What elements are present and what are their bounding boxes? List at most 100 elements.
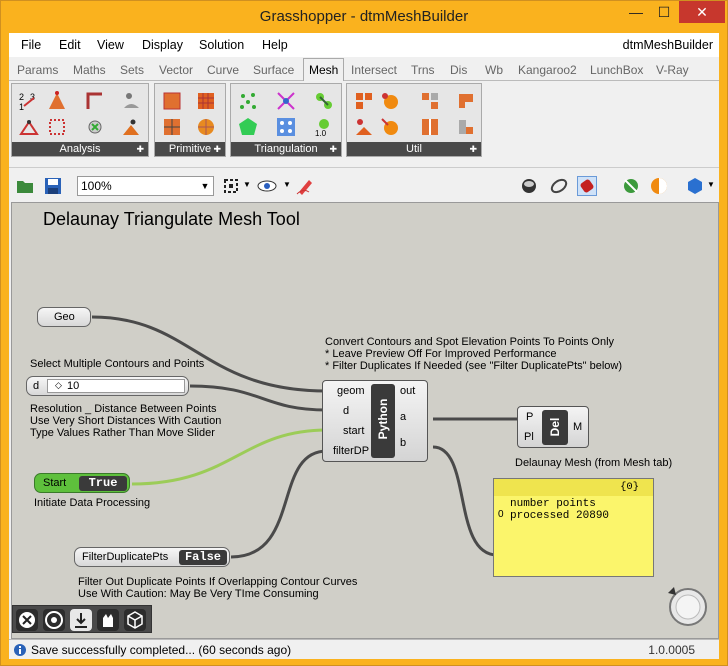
maximize-button[interactable]: ☐ xyxy=(651,1,677,23)
mesh-explode-icon[interactable] xyxy=(419,90,441,112)
python-input-geom[interactable]: geom xyxy=(337,385,365,397)
open-file-icon[interactable] xyxy=(15,176,35,196)
tab-trns[interactable]: Trns xyxy=(411,63,435,77)
preview-mesh-icon[interactable] xyxy=(519,176,539,196)
tab-maths[interactable]: Maths xyxy=(73,63,106,77)
geo-param[interactable]: Geo xyxy=(37,307,91,327)
mesh-unweld-icon[interactable] xyxy=(379,116,401,138)
tab-mesh[interactable]: Mesh xyxy=(303,58,345,82)
mesh-eval-icon[interactable] xyxy=(120,90,142,112)
distance-slider[interactable]: d ◇ 10 xyxy=(26,376,189,396)
delaunay-output-mesh[interactable]: M xyxy=(573,421,582,433)
bake-icon[interactable] xyxy=(621,176,641,196)
mesh-edges-icon[interactable] xyxy=(46,90,68,112)
info-icon xyxy=(14,644,26,656)
python-output-out[interactable]: out xyxy=(400,385,415,397)
python-component[interactable]: geom d start filterDP Python out a b xyxy=(322,380,428,462)
tab-dis[interactable]: Dis xyxy=(450,63,467,77)
preview-wire-icon[interactable] xyxy=(549,176,569,196)
title-bar[interactable]: Grasshopper - dtmMeshBuilder — ☐ ✕ xyxy=(1,1,727,33)
python-output-b[interactable]: b xyxy=(400,437,406,449)
start-toggle[interactable]: Start True xyxy=(34,473,130,493)
chevron-down-icon[interactable]: ▼ xyxy=(243,180,251,189)
mesh-box-icon[interactable] xyxy=(161,90,183,112)
download-icon[interactable] xyxy=(70,609,92,631)
mesh-inclusion-icon[interactable] xyxy=(120,116,142,138)
preview-shaded-icon[interactable] xyxy=(577,176,597,196)
face-boundaries-icon[interactable] xyxy=(46,116,68,138)
target-icon[interactable] xyxy=(43,609,65,631)
delaunay-note: Delaunay Mesh (from Mesh tab) xyxy=(515,457,673,469)
mesh-closest-point-icon[interactable] xyxy=(84,116,106,138)
tab-vector[interactable]: Vector xyxy=(159,63,193,77)
delaunay-mesh-component[interactable]: P Pl Del M xyxy=(517,406,589,448)
mesh-shadow-icon[interactable] xyxy=(379,90,401,112)
python-output-a[interactable]: a xyxy=(400,411,406,423)
tab-lunchbox[interactable]: LunchBox xyxy=(590,63,643,77)
zoom-extents-icon[interactable] xyxy=(221,176,241,196)
convex-hull-icon[interactable] xyxy=(237,90,259,112)
material-icon[interactable] xyxy=(649,176,669,196)
menu-view[interactable]: View xyxy=(97,38,124,52)
tab-vray[interactable]: V-Ray xyxy=(656,63,689,77)
sketch-pen-icon[interactable] xyxy=(295,176,315,196)
proximity-icon[interactable] xyxy=(313,90,335,112)
menu-help[interactable]: Help xyxy=(262,38,288,52)
zoom-select[interactable]: 100% ▼ xyxy=(77,176,214,196)
display-mode-icon[interactable] xyxy=(685,176,705,196)
chevron-down-icon[interactable]: ▼ xyxy=(283,180,291,189)
tab-sets[interactable]: Sets xyxy=(120,63,144,77)
filter-duplicates-toggle[interactable]: FilterDuplicatePts False xyxy=(74,547,230,567)
menu-display[interactable]: Display xyxy=(142,38,183,52)
tab-curve[interactable]: Curve xyxy=(207,63,239,77)
panel-label-primitive[interactable]: Primitive ✚ xyxy=(155,142,225,156)
slider-grip-icon[interactable]: ◇ xyxy=(55,380,62,391)
menu-file[interactable]: File xyxy=(21,38,41,52)
grasshopper-canvas[interactable]: Delaunay Triangulate Mesh Tool Geo Selec… xyxy=(11,202,719,639)
delaunay-input-plane[interactable]: Pl xyxy=(524,431,534,443)
preview-eye-icon[interactable] xyxy=(257,176,277,196)
mesh-weld-icon[interactable] xyxy=(353,116,375,138)
output-panel[interactable]: {0} 0 number points processed 20890 xyxy=(493,478,654,577)
hand-icon[interactable] xyxy=(97,609,119,631)
tab-surface[interactable]: Surface xyxy=(253,63,294,77)
mesh-join-icon[interactable] xyxy=(353,90,375,112)
panel-label-util[interactable]: Util ✚ xyxy=(347,142,481,156)
python-input-start[interactable]: start xyxy=(343,425,364,437)
component-tab-bar: Params Maths Sets Vector Curve Surface M… xyxy=(9,57,719,82)
chevron-down-icon[interactable]: ▼ xyxy=(707,180,715,189)
python-input-d[interactable]: d xyxy=(343,405,349,417)
minimize-button[interactable]: — xyxy=(623,1,649,23)
cube-icon[interactable] xyxy=(124,609,146,631)
face-normals-icon[interactable] xyxy=(84,90,106,112)
mesh-edges-2-icon[interactable] xyxy=(18,116,40,138)
wire-b-to-panel[interactable] xyxy=(432,445,498,557)
tab-wb[interactable]: Wb xyxy=(485,63,503,77)
panel-label-triangulation[interactable]: Triangulation ✚ xyxy=(231,142,341,156)
wire-filter-to-filterdp[interactable] xyxy=(230,449,328,559)
mesh-flip-icon[interactable] xyxy=(455,90,477,112)
delaunay-input-points[interactable]: P xyxy=(526,411,533,423)
deconstruct-mesh-icon[interactable]: 2 31 xyxy=(18,90,40,112)
python-input-filterdp[interactable]: filterDP xyxy=(333,445,369,457)
menu-edit[interactable]: Edit xyxy=(59,38,81,52)
panel-branch-index: 0 xyxy=(498,509,504,520)
mesh-plane-icon[interactable] xyxy=(195,90,217,112)
close-button[interactable]: ✕ xyxy=(679,1,725,23)
tab-intersect[interactable]: Intersect xyxy=(351,63,397,77)
voronoi-icon[interactable] xyxy=(237,116,259,138)
tab-params[interactable]: Params xyxy=(17,63,58,77)
disable-icon[interactable] xyxy=(16,609,38,631)
tab-kangaroo2[interactable]: Kangaroo2 xyxy=(518,63,577,77)
substrate-icon[interactable]: 1.0 xyxy=(313,116,335,138)
settings-mesh-icon[interactable] xyxy=(455,116,477,138)
mesh-quad-icon[interactable] xyxy=(161,116,183,138)
panel-label-analysis[interactable]: Analysis ✚ xyxy=(12,142,148,156)
mesh-sphere-icon[interactable] xyxy=(195,116,217,138)
save-file-icon[interactable] xyxy=(43,176,63,196)
disjoint-mesh-icon[interactable] xyxy=(419,116,441,138)
navigation-dial-icon[interactable] xyxy=(664,583,712,631)
delaunay-edges-icon[interactable] xyxy=(275,90,297,112)
facet-dome-icon[interactable] xyxy=(275,116,297,138)
menu-solution[interactable]: Solution xyxy=(199,38,244,52)
